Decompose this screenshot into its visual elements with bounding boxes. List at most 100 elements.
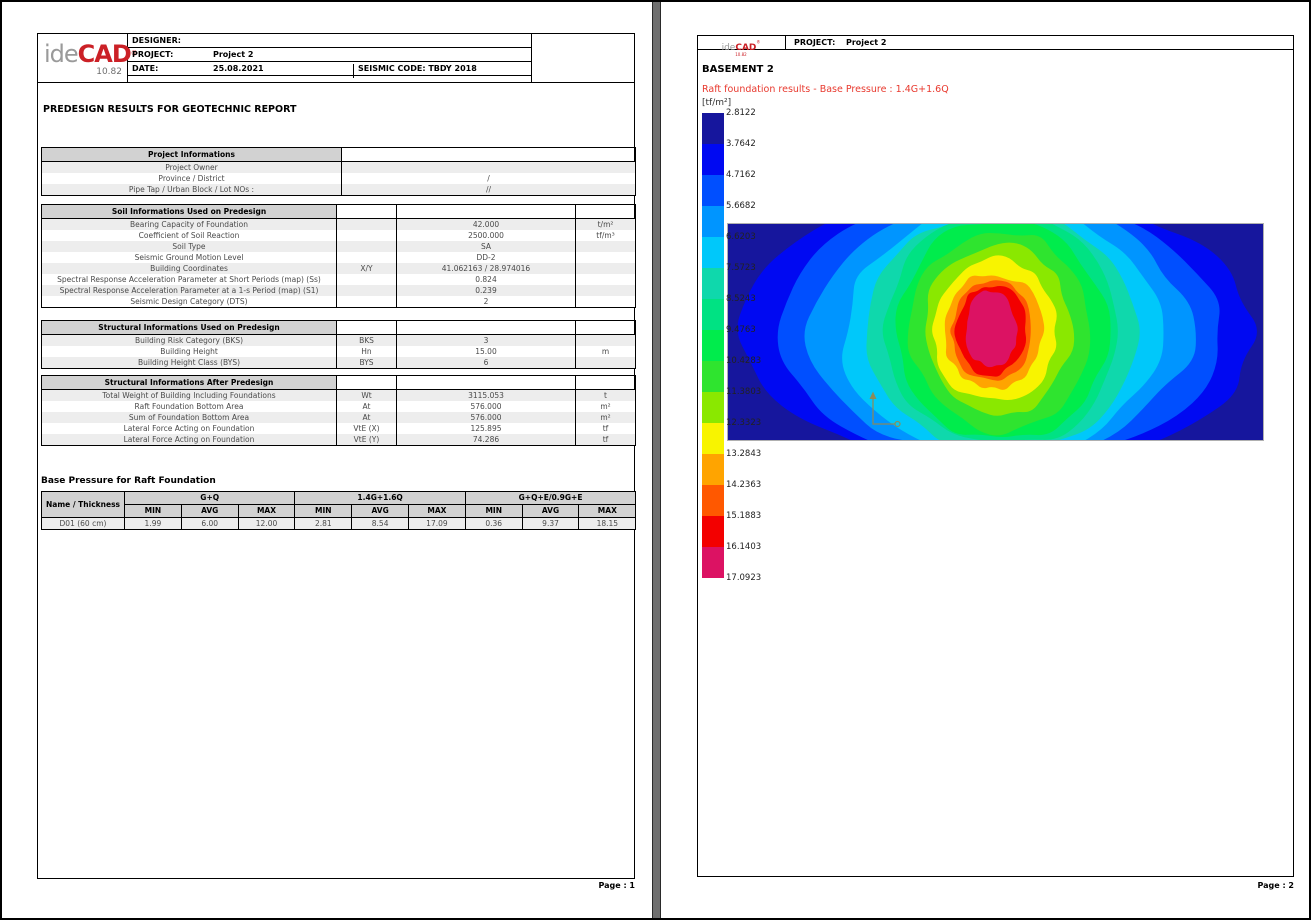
table-cell: Total Weight of Building Including Found… — [42, 390, 337, 402]
table-cell: AVG — [522, 505, 579, 518]
table-cell — [337, 252, 397, 263]
legend-color-segment — [702, 516, 724, 547]
page-1-header: ideCAD® 10.82 DESIGNER: PROJECT: Project… — [38, 34, 634, 83]
table-row: Province / District/ — [42, 173, 636, 184]
table-row: Building Risk Category (BKS)BKS3 — [42, 335, 636, 347]
table-cell: tf — [576, 434, 636, 446]
table-cell: 0.824 — [397, 274, 576, 285]
table-title: Structural Informations Used on Predesig… — [42, 321, 337, 335]
date-label: DATE: — [132, 64, 158, 73]
table-cell: Lateral Force Acting on Foundation — [42, 423, 337, 434]
table-cell: MAX — [238, 505, 295, 518]
table-row: Seismic Ground Motion Level DD-2 — [42, 252, 636, 263]
table-cell: Seismic Design Category (DTS) — [42, 296, 337, 308]
table-cell: Spectral Response Acceleration Parameter… — [42, 285, 337, 296]
table-cell — [337, 274, 397, 285]
table-cell: 17.09 — [409, 518, 466, 530]
logo-ide-text: ide — [722, 43, 736, 53]
table-row: Total Weight of Building Including Found… — [42, 390, 636, 402]
registered-mark-icon: ® — [756, 40, 760, 45]
report-viewer: ideCAD® 10.82 DESIGNER: PROJECT: Project… — [0, 0, 1311, 920]
table-cell: BYS — [337, 357, 397, 369]
table-cell: MIN — [465, 505, 522, 518]
logo-cell: ideCAD® 10.82 — [698, 36, 786, 50]
legend-color-segment — [702, 423, 724, 454]
table-cell: MIN — [125, 505, 182, 518]
table-row: Soil TypeSA — [42, 241, 636, 252]
chart-subtitle: Raft foundation results - Base Pressure … — [702, 84, 949, 95]
legend-colorbar — [702, 113, 724, 578]
legend-value-label: 3.7642 — [726, 139, 756, 149]
table-cell: Project Owner — [42, 162, 342, 174]
table-cell: At — [337, 412, 397, 423]
table-cell: 576.000 — [397, 401, 576, 412]
table-cell: t — [576, 390, 636, 402]
legend-color-segment — [702, 113, 724, 144]
logo-cell: ideCAD® 10.82 — [38, 34, 128, 83]
legend-color-segment — [702, 144, 724, 175]
legend-color-segment — [702, 392, 724, 423]
table-cell: 74.286 — [397, 434, 576, 446]
legend-color-segment — [702, 361, 724, 392]
table-cell — [337, 285, 397, 296]
table-cell: Building Height — [42, 346, 337, 357]
table-cell: Pipe Tap / Urban Block / Lot NOs : — [42, 184, 342, 196]
table-row: Spectral Response Acceleration Parameter… — [42, 285, 636, 296]
table-row: Lateral Force Acting on FoundationVtE (X… — [42, 423, 636, 434]
table-cell: 0.239 — [397, 285, 576, 296]
table-cell: Building Risk Category (BKS) — [42, 335, 337, 347]
table-cell: Bearing Capacity of Foundation — [42, 219, 337, 231]
table-cell: 2500.000 — [397, 230, 576, 241]
base-pressure-heading: Base Pressure for Raft Foundation — [41, 476, 216, 486]
legend-value-label: 14.2363 — [726, 480, 761, 490]
table-cell: MAX — [409, 505, 466, 518]
table-cell: 8.54 — [352, 518, 409, 530]
table-cell: VtE (X) — [337, 423, 397, 434]
legend-color-segment — [702, 330, 724, 361]
page-1-frame: ideCAD® 10.82 DESIGNER: PROJECT: Project… — [37, 33, 635, 879]
table-cell: Sum of Foundation Bottom Area — [42, 412, 337, 423]
table-cell: 42.000 — [397, 219, 576, 231]
table-cell: // — [342, 184, 636, 196]
logo-version: 10.82 — [44, 68, 122, 77]
header-empty-cell — [531, 34, 634, 83]
table-cell: Hn — [337, 346, 397, 357]
table-cell — [576, 263, 636, 274]
table-cell: Lateral Force Acting on Foundation — [42, 434, 337, 446]
page-2-header: ideCAD® 10.82 PROJECT: Project 2 — [698, 36, 1293, 50]
table-cell: 12.00 — [238, 518, 295, 530]
table-cell: 6 — [397, 357, 576, 369]
base-pressure-contour-plot — [727, 223, 1264, 441]
table-cell: At — [337, 401, 397, 412]
table-cell: 0.36 — [465, 518, 522, 530]
table-title: Soil Informations Used on Predesign — [42, 205, 337, 219]
name-thickness-header: Name / Thickness — [42, 492, 125, 518]
table-cell — [342, 162, 636, 174]
legend-value-label: 8.5243 — [726, 294, 756, 304]
table-title: Project Informations — [42, 148, 342, 162]
report-title: PREDESIGN RESULTS FOR GEOTECHNIC REPORT — [43, 104, 296, 115]
table-cell: MIN — [295, 505, 352, 518]
table-cell: AVG — [181, 505, 238, 518]
table-cell: DD-2 — [397, 252, 576, 263]
table-cell: 15.00 — [397, 346, 576, 357]
idecad-logo: ideCAD® 10.82 — [698, 37, 784, 57]
table-row: Pipe Tap / Urban Block / Lot NOs :// — [42, 184, 636, 196]
table-cell: Wt — [337, 390, 397, 402]
chart-unit-label: [tf/m²] — [702, 98, 731, 108]
structural-used-table: Structural Informations Used on Predesig… — [41, 320, 636, 369]
designer-row: DESIGNER: — [128, 34, 531, 48]
table-header-row: Soil Informations Used on Predesign — [42, 205, 636, 219]
table-cell — [576, 296, 636, 308]
table-row: D01 (60 cm)1.996.0012.002.818.5417.090.3… — [42, 518, 636, 530]
table-cell: G+Q+E/0.9G+E — [465, 492, 635, 505]
legend-value-label: 9.4763 — [726, 325, 756, 335]
table-cell: 3 — [397, 335, 576, 347]
legend-color-segment — [702, 485, 724, 516]
legend-value-label: 11.3803 — [726, 387, 761, 397]
legend-color-segment — [702, 175, 724, 206]
structural-after-table: Structural Informations After Predesign … — [41, 375, 636, 446]
table-cell: Seismic Ground Motion Level — [42, 252, 337, 263]
table-cell: 2 — [397, 296, 576, 308]
project-info-table: Project Informations Project OwnerProvin… — [41, 147, 636, 196]
